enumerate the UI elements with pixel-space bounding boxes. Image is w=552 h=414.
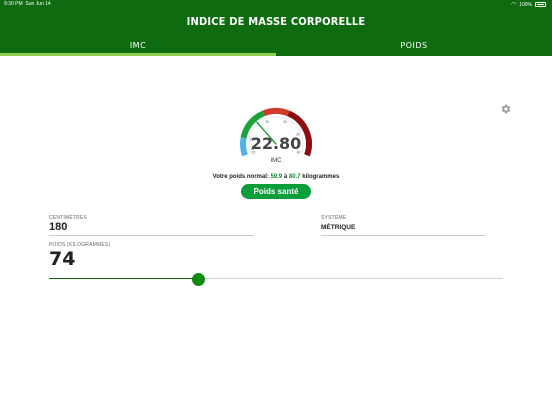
- gauge-tick-label: 30: [283, 120, 287, 124]
- app-header: 9:30 PM Sun Jun 14 ◠ 100% INDICE DE MASS…: [0, 0, 552, 56]
- gear-icon[interactable]: [500, 103, 512, 115]
- bmi-value: 22.80: [250, 134, 302, 153]
- status-right: ◠ 100%: [511, 1, 546, 8]
- status-badge: Poids santé: [241, 184, 311, 199]
- normal-weight-sep: à: [283, 174, 288, 180]
- status-time: 9:30 PM Sun Jun 14: [4, 1, 51, 7]
- normal-weight-text: Votre poids normal: 59.9 à 80.7 kilogram…: [150, 174, 402, 180]
- system-select[interactable]: MÉTRIQUE: [321, 224, 355, 231]
- weight-value: 74: [49, 248, 76, 270]
- weight-slider-fill: [49, 278, 199, 279]
- tab-bar: IMC POIDS: [0, 37, 552, 56]
- tab-active-indicator: [0, 53, 276, 56]
- gauge-segment-overweight: [262, 108, 290, 117]
- status-bar: 9:30 PM Sun Jun 14 ◠ 100%: [0, 0, 552, 9]
- battery-icon: [535, 2, 546, 7]
- normal-weight-max: 80.7: [288, 174, 301, 180]
- weight-slider-thumb[interactable]: [192, 273, 206, 286]
- tab-poids[interactable]: POIDS: [276, 37, 552, 56]
- bmi-label: IMC: [270, 158, 282, 164]
- gauge-tick-label: 25: [265, 120, 269, 124]
- normal-weight-unit: kilogrammes: [302, 174, 340, 180]
- wifi-icon: ◠: [510, 2, 517, 8]
- page-title: INDICE DE MASSE CORPORELLE: [186, 15, 366, 28]
- system-underline: [321, 235, 485, 236]
- normal-weight-prefix: Votre poids normal:: [212, 174, 269, 180]
- system-label: SYSTÈME: [321, 215, 347, 221]
- height-field[interactable]: 180: [49, 221, 67, 233]
- normal-weight-min: 59.9: [270, 174, 283, 180]
- battery-percent: 100%: [519, 1, 532, 8]
- height-underline: [49, 235, 254, 236]
